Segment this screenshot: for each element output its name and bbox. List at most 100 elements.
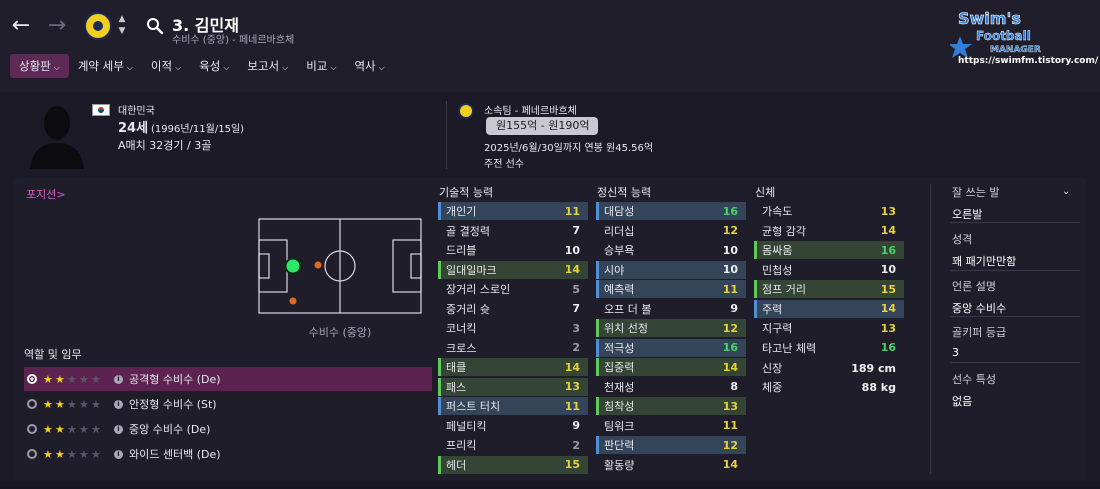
technical-title: 기술적 능력	[439, 186, 494, 199]
forward-arrow-icon[interactable]: →	[44, 14, 70, 40]
physical-attribute-row[interactable]: 가속도 13	[754, 202, 904, 220]
goalkeeper-rating: 골키퍼 등급 3	[952, 324, 1080, 359]
bottom-strip	[0, 482, 1100, 489]
attribute-name: 가속도	[762, 205, 793, 218]
physical-attribute-row[interactable]: 몸싸움 16	[754, 241, 904, 259]
technical-attribute-row[interactable]: 개인기 11	[438, 202, 588, 220]
tab-contract[interactable]: 계약 세부 ⌵	[69, 54, 142, 78]
attribute-name: 승부욕	[604, 244, 635, 257]
side-separator	[950, 316, 1080, 317]
technical-attribute-row[interactable]: 퍼스트 터치 11	[438, 397, 588, 415]
nationality[interactable]: 대한민국	[118, 102, 155, 117]
mental-attribute-row[interactable]: 활동량 14	[596, 456, 746, 474]
mental-attribute-row[interactable]: 시야 10	[596, 260, 746, 279]
attribute-value: 3	[572, 321, 580, 335]
technical-attribute-row[interactable]: 코너킥 3	[438, 319, 588, 337]
technical-attribute-row[interactable]: 헤더 15	[438, 455, 588, 474]
technical-attribute-row[interactable]: 패스 13	[438, 377, 588, 396]
attribute-value: 10	[722, 243, 738, 257]
technical-attribute-row[interactable]: 태클 14	[438, 358, 588, 376]
role-radio[interactable]	[27, 449, 37, 459]
role-radio[interactable]	[27, 399, 37, 409]
physical-attribute-row[interactable]: 민첩성 10	[754, 261, 904, 279]
physical-attribute-row[interactable]: 균형 감각 14	[754, 222, 904, 240]
logo-url[interactable]: https://swimfm.tistory.com/	[958, 56, 1098, 66]
tab-label: 육성	[199, 59, 221, 73]
search-icon[interactable]	[146, 17, 164, 35]
attribute-name: 천재성	[604, 380, 635, 394]
technical-attribute-row[interactable]: 골 결정력 7	[438, 222, 588, 240]
technical-attribute-row[interactable]: 장거리 스로인 5	[438, 280, 588, 298]
attribute-name: 태클	[446, 361, 467, 374]
attribute-name: 중거리 슛	[446, 302, 490, 316]
mental-attribute-row[interactable]: 오프 더 볼 9	[596, 300, 746, 318]
flag-icon	[92, 104, 110, 116]
technical-attribute-row[interactable]: 중거리 슛 7	[438, 300, 588, 318]
role-radio[interactable]	[27, 374, 37, 384]
role-row[interactable]: ★ ★ ★ ★ ★ i 와이드 센터백 (De)	[24, 442, 432, 466]
star-icon: ★	[55, 422, 65, 436]
info-icon[interactable]: i	[114, 374, 123, 384]
technical-attribute-row[interactable]: 프리킥 2	[438, 436, 588, 454]
role-row[interactable]: ★ ★ ★ ★ ★ i 공격형 수비수 (De)	[24, 367, 432, 391]
star-icon: ★	[91, 372, 101, 386]
physical-attribute-row[interactable]: 타고난 체력 16	[754, 339, 904, 357]
position-link[interactable]: 포지션>	[26, 186, 66, 202]
tab-reports[interactable]: 보고서 ⌵	[238, 54, 297, 78]
mental-attribute-row[interactable]: 위치 선정 12	[596, 319, 746, 337]
transfer-value[interactable]: 원155억 - 원190억	[486, 117, 598, 135]
info-icon[interactable]: i	[114, 449, 123, 459]
physical-attribute-row[interactable]: 지구력 13	[754, 319, 904, 337]
role-radio[interactable]	[27, 424, 37, 434]
mental-attribute-row[interactable]: 예측력 11	[596, 280, 746, 298]
technical-attribute-row[interactable]: 드리블 10	[438, 241, 588, 259]
star-icon: ★	[91, 422, 101, 436]
mental-attribute-row[interactable]: 대담성 16	[596, 202, 746, 220]
media-description[interactable]: 언론 설명 중앙 수비수	[952, 278, 1080, 316]
role-name: 공격형 수비수 (De)	[129, 373, 221, 386]
attribute-name: 프리킥	[446, 439, 477, 452]
tab-transfer[interactable]: 이적 ⌵	[142, 54, 190, 78]
chevron-down-icon: ⌵	[378, 63, 385, 72]
physical-attribute-row[interactable]: 점프 거리 15	[754, 280, 904, 298]
role-row[interactable]: ★ ★ ★ ★ ★ i 중앙 수비수 (De)	[24, 417, 432, 441]
player-switch-arrows[interactable]: ▲ ▼	[116, 13, 128, 37]
age: 24세	[118, 121, 149, 136]
star-icon: ★	[67, 372, 77, 386]
attribute-value: 14	[564, 263, 580, 276]
club-badge-icon[interactable]	[458, 103, 474, 119]
tab-history[interactable]: 역사 ⌵	[345, 54, 393, 78]
mental-attribute-row[interactable]: 승부욕 10	[596, 241, 746, 259]
info-icon[interactable]: i	[114, 399, 123, 409]
personality[interactable]: 성격 꽤 패기만만함	[952, 231, 1080, 269]
mental-attribute-row[interactable]: 천재성 8	[596, 378, 746, 396]
attribute-value: 15	[564, 458, 580, 471]
mental-attribute-row[interactable]: 리더십 12	[596, 222, 746, 240]
tab-overview[interactable]: 상황판 ⌵	[10, 54, 69, 78]
mental-attribute-row[interactable]: 집중력 14	[596, 358, 746, 376]
role-rating: ★ ★ ★ ★ ★	[43, 399, 102, 410]
attribute-value: 16	[722, 341, 738, 354]
attribute-name: 민첩성	[762, 263, 793, 277]
mental-attribute-row[interactable]: 적극성 16	[596, 338, 746, 357]
mental-attribute-row[interactable]: 침착성 13	[596, 397, 746, 415]
attribute-name: 지구력	[762, 322, 793, 335]
tab-compare[interactable]: 비교 ⌵	[297, 54, 345, 78]
mental-attribute-row[interactable]: 판단력 12	[596, 436, 746, 454]
technical-attribute-row[interactable]: 크로스 2	[438, 339, 588, 357]
role-row[interactable]: ★ ★ ★ ★ ★ i 안정형 수비수 (St)	[24, 392, 432, 416]
physical-attribute-row[interactable]: 주력 14	[754, 299, 904, 318]
attribute-name: 집중력	[604, 361, 635, 374]
club-name[interactable]: 소속팀 - 페네르바흐체	[484, 102, 577, 117]
tab-development[interactable]: 육성 ⌵	[190, 54, 238, 78]
player-traits[interactable]: 선수 특성 없음	[952, 371, 1080, 409]
back-arrow-icon[interactable]: ←	[8, 14, 34, 40]
club-badge-icon[interactable]	[84, 12, 112, 40]
technical-attribute-row[interactable]: 페널티킥 9	[438, 417, 588, 435]
chevron-down-icon[interactable]: ⌄	[1062, 186, 1070, 197]
star-icon: ★	[55, 447, 65, 461]
info-icon[interactable]: i	[114, 424, 123, 434]
role-rating: ★ ★ ★ ★ ★	[43, 374, 102, 385]
mental-attribute-row[interactable]: 팀워크 11	[596, 417, 746, 435]
technical-attribute-row[interactable]: 일대일마크 14	[438, 260, 588, 279]
